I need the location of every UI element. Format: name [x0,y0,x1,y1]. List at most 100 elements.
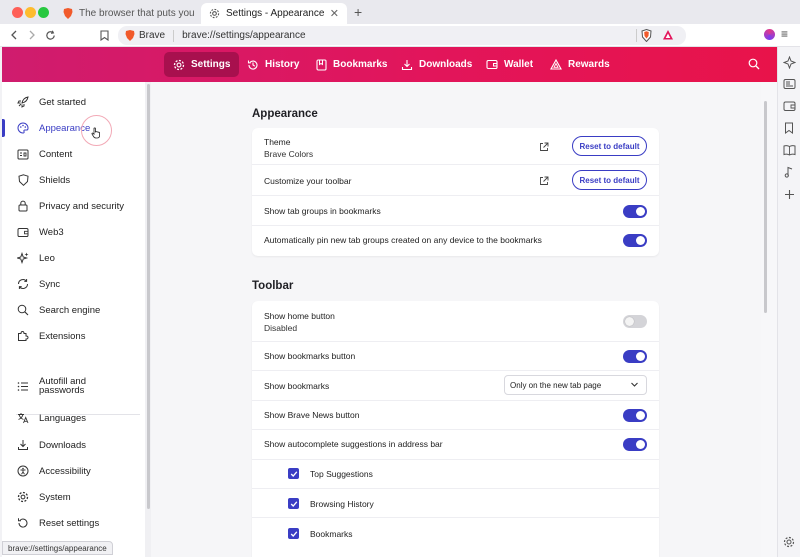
appearance-card: Theme Brave Colors Reset to default Cust… [252,128,659,256]
sidebar-item-label: Search engine [39,304,101,316]
gear-icon[interactable] [782,535,796,549]
customize-toolbar-row[interactable]: Customize your toolbar Reset to default [252,165,659,196]
home-button-toggle[interactable] [623,315,647,328]
music-note-icon[interactable] [782,165,796,179]
sidebar-item-web3[interactable]: Web3 [2,221,145,243]
header-nav-label: Rewards [568,59,610,70]
sidebar-item-label: Leo [39,252,55,264]
lock-icon [17,200,29,212]
bookmark-page-button[interactable] [96,27,112,43]
home-button-label: Show home button [264,311,335,321]
sidebar-scrollbar-thumb[interactable] [147,84,150,509]
customize-toolbar-label: Customize your toolbar [264,176,352,186]
forward-button[interactable] [24,27,40,43]
back-button[interactable] [6,27,22,43]
header-nav-rewards[interactable]: Rewards [541,52,619,77]
profile-avatar[interactable] [764,29,775,40]
suggestion-label: Browsing History [310,499,374,509]
tab-settings[interactable]: Settings - Appearance ✕ [201,3,347,24]
add-panel-icon[interactable] [782,187,796,201]
section-title-appearance: Appearance [252,108,318,120]
sidebar-item-downloads[interactable]: Downloads [2,434,145,456]
sidebar-item-label: Reset settings [39,517,100,529]
hand-cursor-icon [91,127,100,139]
settings-sidebar: Get started Appearance Content Shields P… [2,82,145,557]
header-nav-settings[interactable]: Settings [164,52,240,77]
search-icon [17,304,29,316]
theme-reset-button[interactable]: Reset to default [572,136,647,156]
sidebar-item-accessibility[interactable]: Accessibility [2,460,145,482]
section-title-toolbar: Toolbar [252,280,294,292]
url-text[interactable]: brave://settings/appearance [182,30,305,41]
brave-news-toggle[interactable] [623,409,647,422]
close-tab-icon[interactable]: ✕ [330,7,339,20]
auto-pin-toggle[interactable] [623,234,647,247]
theme-label: Theme [264,137,291,147]
sidebar-item-system[interactable]: System [2,486,145,508]
header-nav-history[interactable]: History [238,52,308,77]
sidebar-item-shields[interactable]: Shields [2,169,145,191]
content-scrollbar-thumb[interactable] [764,101,767,313]
sidebar-item-reset[interactable]: Reset settings [2,512,145,534]
toolbar-reset-button[interactable]: Reset to default [572,170,647,190]
header-nav-bookmarks[interactable]: Bookmarks [307,52,396,77]
suggestion-row[interactable]: Top Suggestions [252,460,659,489]
tab-brave-home[interactable]: The browser that puts you first | B [54,3,200,24]
show-bookmarks-select[interactable]: Only on the new tab page [504,375,647,395]
gear-icon [209,8,220,19]
brave-shields-icon[interactable] [641,29,652,42]
sidebar-item-label: Languages [39,412,87,424]
bookmarks-checkbox[interactable] [288,528,299,539]
suggestion-row[interactable]: Browsing History [252,489,659,518]
sidebar-item-autofill[interactable]: Autofill and passwords [2,374,145,398]
home-button-label-block: Show home button Disabled [264,310,335,334]
menu-icon[interactable]: ≡ [781,27,788,41]
gear-icon [17,491,29,503]
brand-label: Brave [139,30,166,41]
sidebar-item-label: Downloads [39,439,86,451]
header-nav-wallet[interactable]: Wallet [477,52,542,77]
settings-header: Settings History Bookmarks Downloads Wal… [2,47,777,82]
reload-button[interactable] [42,27,58,43]
minimize-window-button[interactable] [25,7,36,18]
sidebar-item-sync[interactable]: Sync [2,273,145,295]
search-icon[interactable] [748,58,760,70]
bookmark-icon[interactable] [782,121,796,135]
sidebar-item-privacy[interactable]: Privacy and security [2,195,145,217]
header-nav-label: Bookmarks [333,59,388,70]
reading-list-icon[interactable] [782,143,796,157]
zoom-window-button[interactable] [38,7,49,18]
address-bar[interactable]: Brave brave://settings/appearance [118,26,686,45]
suggestion-row[interactable]: Bookmarks [252,518,659,549]
leo-sparkle-icon[interactable] [782,55,796,69]
sidebar-item-content[interactable]: Content [2,143,145,165]
theme-value: Brave Colors [264,149,314,159]
sidebar-item-get-started[interactable]: Get started [2,91,145,113]
home-button-row: Show home button Disabled [252,301,659,342]
sidebar-item-search-engine[interactable]: Search engine [2,299,145,321]
browsing-history-checkbox[interactable] [288,498,299,509]
autocomplete-toggle[interactable] [623,438,647,451]
rewards-icon[interactable] [662,29,674,41]
tab-groups-toggle[interactable] [623,205,647,218]
new-tab-button[interactable]: + [354,4,362,20]
wallet-icon [486,59,498,70]
header-nav-downloads[interactable]: Downloads [392,52,481,77]
sidebar-item-appearance[interactable]: Appearance [2,117,145,139]
rewards-icon [550,59,562,70]
sidebar-item-languages[interactable]: Languages [2,407,145,429]
title-bar: The browser that puts you first | B Sett… [0,0,800,24]
sidebar-item-extensions[interactable]: Extensions [2,325,145,347]
wallet-icon[interactable] [782,99,796,113]
top-suggestions-checkbox[interactable] [288,468,299,479]
external-link-icon[interactable] [538,141,549,152]
suggestion-label: Bookmarks [310,529,353,539]
history-icon [247,60,258,70]
auto-pin-row: Automatically pin new tab groups created… [252,226,659,256]
external-link-icon[interactable] [538,175,549,186]
sidebar-item-leo[interactable]: Leo [2,247,145,269]
tab-title: The browser that puts you first | B [79,8,197,19]
bookmarks-button-toggle[interactable] [623,350,647,363]
news-icon[interactable] [782,77,796,91]
close-window-button[interactable] [12,7,23,18]
